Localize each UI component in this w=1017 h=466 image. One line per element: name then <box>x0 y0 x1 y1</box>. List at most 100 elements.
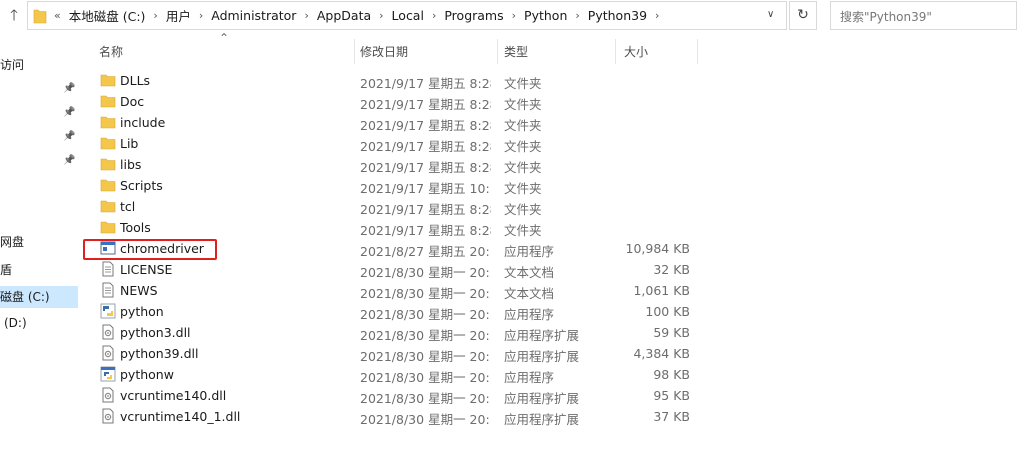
file-date: 2021/8/30 星期一 20:... <box>360 370 491 385</box>
file-name: vcruntime140_1.dll <box>120 409 241 424</box>
breadcrumb-item[interactable]: Local <box>392 8 424 23</box>
file-size: 32 KB <box>653 262 690 277</box>
file-type: 应用程序 <box>504 307 555 322</box>
nav-item[interactable]: 访问 <box>0 54 24 76</box>
chevron-right-icon[interactable]: › <box>655 9 659 22</box>
file-date: 2021/9/17 星期五 8:28 <box>360 160 491 175</box>
column-headers: ⌃ 名称 修改日期 类型 大小 <box>79 31 1017 65</box>
address-bar[interactable]: « 本地磁盘 (C:) › 用户 › Administrator › AppData › Loc… <box>27 1 787 30</box>
chevron-down-icon[interactable]: ∨ <box>767 9 774 20</box>
file-row[interactable]: DLLs 2021/9/17 星期五 8:28 文件夹 <box>79 70 1017 91</box>
file-row[interactable]: Doc 2021/9/17 星期五 8:28 文件夹 <box>79 91 1017 112</box>
file-type: 应用程序扩展 <box>504 328 580 343</box>
file-row[interactable]: vcruntime140_1.dll 2021/8/30 星期一 20:... 应用… <box>79 406 1017 427</box>
pin-icon[interactable]: 📌 <box>63 107 75 119</box>
file-type: 文件夹 <box>504 181 542 196</box>
breadcrumb-item[interactable]: AppData <box>317 8 371 23</box>
file-name: Scripts <box>120 178 163 193</box>
file-size: 100 KB <box>645 304 690 319</box>
column-divider[interactable] <box>354 39 355 64</box>
nav-item[interactable]: 磁盘 (C:) <box>0 286 78 308</box>
file-date: 2021/8/27 星期五 20:... <box>360 244 491 259</box>
nav-item[interactable]: 网盘 <box>0 231 24 253</box>
file-date: 2021/8/30 星期一 20:... <box>360 307 491 322</box>
file-name: python39.dll <box>120 346 199 361</box>
breadcrumb-item[interactable]: Python <box>524 8 567 23</box>
file-size: 1,061 KB <box>633 283 690 298</box>
file-date: 2021/8/30 星期一 20:... <box>360 349 491 364</box>
file-row[interactable]: Tools 2021/9/17 星期五 8:28 文件夹 <box>79 217 1017 238</box>
file-type: 文件夹 <box>504 97 542 112</box>
file-row[interactable]: pythonw 2021/8/30 星期一 20:... 应用程序 98 KB <box>79 364 1017 385</box>
pin-icon[interactable]: 📌 <box>63 83 75 95</box>
file-type: 文本文档 <box>504 286 555 301</box>
file-type: 文件夹 <box>504 160 542 175</box>
file-size: 95 KB <box>653 388 690 403</box>
chevron-right-icon[interactable]: › <box>153 9 157 22</box>
file-name: tcl <box>120 199 136 214</box>
file-row[interactable]: python39.dll 2021/8/30 星期一 20:... 应用程序扩展 4,… <box>79 343 1017 364</box>
file-type: 文件夹 <box>504 139 542 154</box>
file-row[interactable]: libs 2021/9/17 星期五 8:28 文件夹 <box>79 154 1017 175</box>
chevron-right-icon[interactable]: › <box>432 9 436 22</box>
folder-icon <box>100 219 116 235</box>
file-row[interactable]: NEWS 2021/8/30 星期一 20:... 文本文档 1,061 KB <box>79 280 1017 301</box>
pin-icon[interactable]: 📌 <box>63 155 75 167</box>
column-header-size[interactable]: 大小 <box>624 43 648 61</box>
file-type: 应用程序扩展 <box>504 391 580 406</box>
file-type: 应用程序扩展 <box>504 349 580 364</box>
pin-icon[interactable]: 📌 <box>63 131 75 143</box>
file-date: 2021/8/30 星期一 20:... <box>360 265 491 280</box>
file-row[interactable]: include 2021/9/17 星期五 8:28 文件夹 <box>79 112 1017 133</box>
nav-item[interactable]: (D:) <box>0 312 27 334</box>
search-placeholder: 搜索"Python39" <box>840 10 932 24</box>
column-header-date[interactable]: 修改日期 <box>360 43 408 61</box>
column-header-name[interactable]: 名称 <box>99 43 123 61</box>
file-date: 2021/9/17 星期五 8:28 <box>360 139 491 154</box>
folder-icon <box>100 198 116 214</box>
column-header-type[interactable]: 类型 <box>504 43 528 61</box>
file-row[interactable]: Scripts 2021/9/17 星期五 10:... 文件夹 <box>79 175 1017 196</box>
breadcrumb: « 本地磁盘 (C:) › 用户 › Administrator › AppData › Loc… <box>54 2 667 29</box>
file-type: 文件夹 <box>504 223 542 238</box>
nav-item[interactable]: 盾 <box>0 259 12 281</box>
file-name: libs <box>120 157 142 172</box>
dll-icon <box>100 408 116 424</box>
refresh-button[interactable]: ↻ <box>789 1 817 30</box>
breadcrumb-item[interactable]: 用户 <box>166 6 191 25</box>
file-type: 应用程序 <box>504 370 555 385</box>
file-type: 文件夹 <box>504 202 542 217</box>
file-row[interactable]: Lib 2021/9/17 星期五 8:28 文件夹 <box>79 133 1017 154</box>
file-row[interactable]: tcl 2021/9/17 星期五 8:28 文件夹 <box>79 196 1017 217</box>
file-date: 2021/9/17 星期五 8:28 <box>360 76 491 91</box>
file-date: 2021/8/30 星期一 20:... <box>360 328 491 343</box>
file-type: 应用程序 <box>504 244 555 259</box>
chevron-right-icon[interactable]: › <box>199 9 203 22</box>
column-divider[interactable] <box>697 39 698 64</box>
breadcrumb-item[interactable]: Administrator <box>211 8 296 23</box>
exe-icon <box>100 240 116 256</box>
column-divider[interactable] <box>615 39 616 64</box>
address-toolbar: 🡑 « 本地磁盘 (C:) › 用户 › Administrator › AppData › L… <box>0 0 1017 31</box>
folder-icon <box>100 93 116 109</box>
breadcrumb-item[interactable]: Python39 <box>588 8 647 23</box>
file-row[interactable]: vcruntime140.dll 2021/8/30 星期一 20:... 应用程序… <box>79 385 1017 406</box>
chevron-right-icon[interactable]: › <box>575 9 579 22</box>
file-name: DLLs <box>120 73 151 88</box>
breadcrumb-item[interactable]: 本地磁盘 (C:) <box>69 6 146 25</box>
folder-icon <box>100 114 116 130</box>
file-size: 98 KB <box>653 367 690 382</box>
file-row[interactable]: python3.dll 2021/8/30 星期一 20:... 应用程序扩展 59 … <box>79 322 1017 343</box>
column-divider[interactable] <box>497 39 498 64</box>
breadcrumb-item[interactable]: Programs <box>444 8 503 23</box>
file-row[interactable]: python 2021/8/30 星期一 20:... 应用程序 100 KB <box>79 301 1017 322</box>
search-input[interactable]: 搜索"Python39" <box>830 1 1017 30</box>
file-row[interactable]: LICENSE 2021/8/30 星期一 20:... 文本文档 32 KB <box>79 259 1017 280</box>
up-arrow-icon[interactable]: 🡑 <box>5 6 23 24</box>
sort-ascending-icon: ⌃ <box>219 31 230 45</box>
file-row[interactable]: chromedriver 2021/8/27 星期五 20:... 应用程序 10,9… <box>79 238 1017 259</box>
chevron-right-icon[interactable]: › <box>379 9 383 22</box>
chevron-right-icon[interactable]: › <box>512 9 516 22</box>
chevron-right-icon[interactable]: › <box>304 9 308 22</box>
overflow-chevron-icon[interactable]: « <box>54 9 61 22</box>
